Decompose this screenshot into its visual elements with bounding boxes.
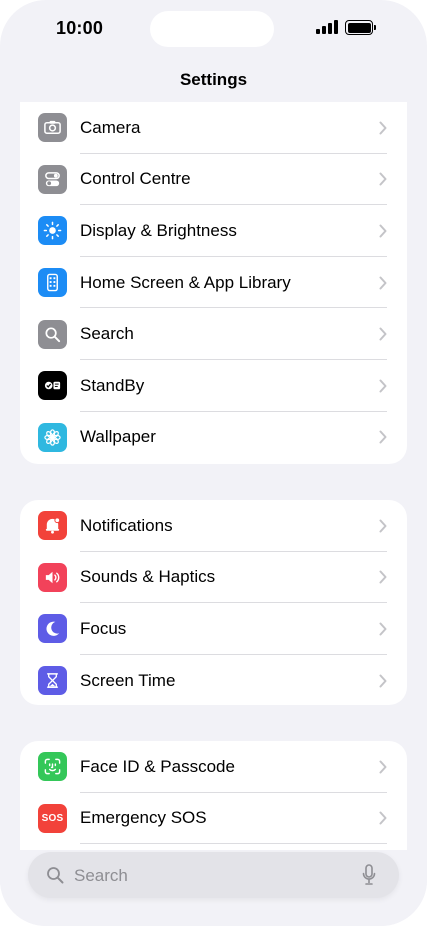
faceid-icon [38,752,67,782]
moon-icon [38,614,67,644]
bell-icon [38,511,67,541]
chevron-right-icon [379,327,387,341]
row-separator [80,843,387,845]
chevron-right-icon [379,622,387,636]
chevron-right-icon [379,519,387,533]
chevron-right-icon [379,811,387,825]
settings-group-general: Camera Control Centre Display & Brightne… [20,102,407,464]
row-label: Face ID & Passcode [80,756,235,776]
settings-row-notifications[interactable]: Notifications [20,500,407,552]
chevron-right-icon [379,674,387,688]
hourglass-icon [38,666,67,696]
settings-row-camera[interactable]: Camera [20,102,407,154]
row-label: Wallpaper [80,427,156,447]
settings-row-emergency-sos[interactable]: SOS Emergency SOS [20,793,407,845]
chevron-right-icon [379,570,387,584]
speaker-icon [38,562,67,592]
microphone-icon[interactable] [362,864,376,886]
row-label: StandBy [80,375,145,395]
settings-row-sounds-haptics[interactable]: Sounds & Haptics [20,552,407,604]
status-bar: 10:00 [0,0,427,60]
sos-icon: SOS [38,803,67,833]
settings-row-face-id[interactable]: Face ID & Passcode [20,741,407,793]
settings-row-search[interactable]: Search [20,308,407,360]
chevron-right-icon [379,760,387,774]
phone-grid-icon [38,268,67,298]
battery-icon [345,20,377,35]
chevron-right-icon [379,379,387,393]
status-time: 10:00 [56,18,104,38]
bottom-search-area: Search [0,850,427,926]
magnifier-icon [38,319,67,349]
settings-row-display-brightness[interactable]: Display & Brightness [20,205,407,257]
chevron-right-icon [379,172,387,186]
row-label: Home Screen & App Library [80,272,291,292]
page-title: Settings [179,70,248,89]
search-input[interactable]: Search [28,852,399,898]
chevron-right-icon [379,224,387,238]
row-label: Focus [80,618,127,638]
chevron-right-icon [379,121,387,135]
sun-icon [38,216,67,246]
settings-row-control-centre[interactable]: Control Centre [20,154,407,206]
search-icon [47,867,64,884]
row-label: Control Centre [80,169,191,189]
settings-group-attention: Notifications Sounds & Haptics Focus Scr… [20,500,407,705]
row-label: Emergency SOS [80,808,207,828]
standby-icon [38,371,67,401]
search-placeholder: Search [74,866,128,885]
row-label: Sounds & Haptics [80,567,216,587]
row-label: Notifications [80,515,173,535]
toggles-icon [38,164,67,194]
settings-row-home-screen[interactable]: Home Screen & App Library [20,257,407,309]
settings-row-standby[interactable]: StandBy [20,360,407,412]
row-label: Search [80,324,134,344]
camera-icon [38,113,67,143]
phone-screen: 10:00 Settings Camera Control Centre Dis… [0,0,427,926]
row-label: Screen Time [80,670,176,690]
row-label: Camera [80,117,141,137]
cellular-signal-icon [316,20,338,34]
flower-icon [38,422,67,452]
chevron-right-icon [379,430,387,444]
settings-row-screen-time[interactable]: Screen Time [20,655,407,705]
sos-badge-text: SOS [41,812,64,824]
dynamic-island [150,11,274,47]
row-label: Display & Brightness [80,220,237,240]
chevron-right-icon [379,276,387,290]
settings-row-wallpaper[interactable]: Wallpaper [20,412,407,464]
settings-row-focus[interactable]: Focus [20,603,407,655]
